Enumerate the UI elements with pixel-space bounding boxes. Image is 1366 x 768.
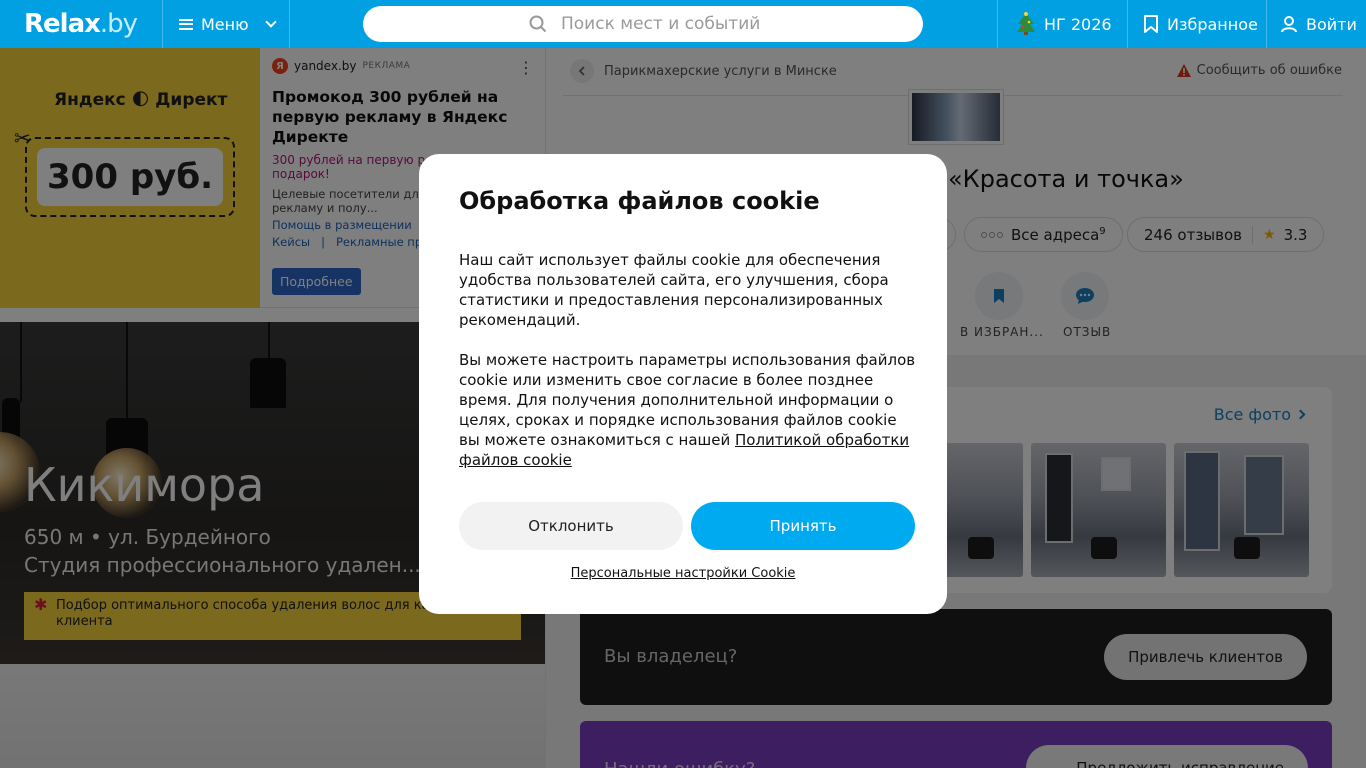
accept-button[interactable]: Принять xyxy=(691,502,915,550)
user-icon xyxy=(1281,16,1297,33)
christmas-tree-icon xyxy=(1017,12,1035,35)
menu-button[interactable]: Меню xyxy=(163,0,289,48)
header-divider xyxy=(1266,0,1267,48)
bookmark-icon xyxy=(1144,15,1158,33)
login-label: Войти xyxy=(1306,14,1357,34)
favorites-link[interactable]: Избранное xyxy=(1143,0,1258,48)
login-link[interactable]: Войти xyxy=(1280,0,1357,48)
cookie-paragraph-1: Наш сайт использует файлы cookie для обе… xyxy=(459,251,889,329)
header-divider xyxy=(289,0,290,48)
favorites-label: Избранное xyxy=(1167,14,1258,34)
header-divider xyxy=(1127,0,1128,48)
new-year-link[interactable]: НГ 2026 xyxy=(1016,0,1112,48)
search-bar[interactable] xyxy=(363,6,923,42)
search-icon xyxy=(529,15,547,33)
new-year-label: НГ 2026 xyxy=(1044,14,1112,34)
cookie-dialog: Обработка файлов cookie Наш сайт использ… xyxy=(419,154,947,614)
header-divider xyxy=(997,0,998,48)
site-logo[interactable]: Relax.by xyxy=(24,9,138,39)
menu-label: Меню xyxy=(201,14,249,34)
search-input[interactable] xyxy=(403,14,923,34)
cookie-title: Обработка файлов cookie xyxy=(459,187,820,215)
decline-button[interactable]: Отклонить xyxy=(459,502,683,550)
cookie-settings-link: Персональные настройки Cookie xyxy=(570,566,796,581)
chevron-down-icon xyxy=(264,16,277,28)
hamburger-icon xyxy=(179,18,193,30)
site-header: Relax.by Меню НГ 2026 Избранное Войти xyxy=(0,0,1366,48)
cookie-paragraph-2: Вы можете настроить параметры использова… xyxy=(459,351,916,469)
